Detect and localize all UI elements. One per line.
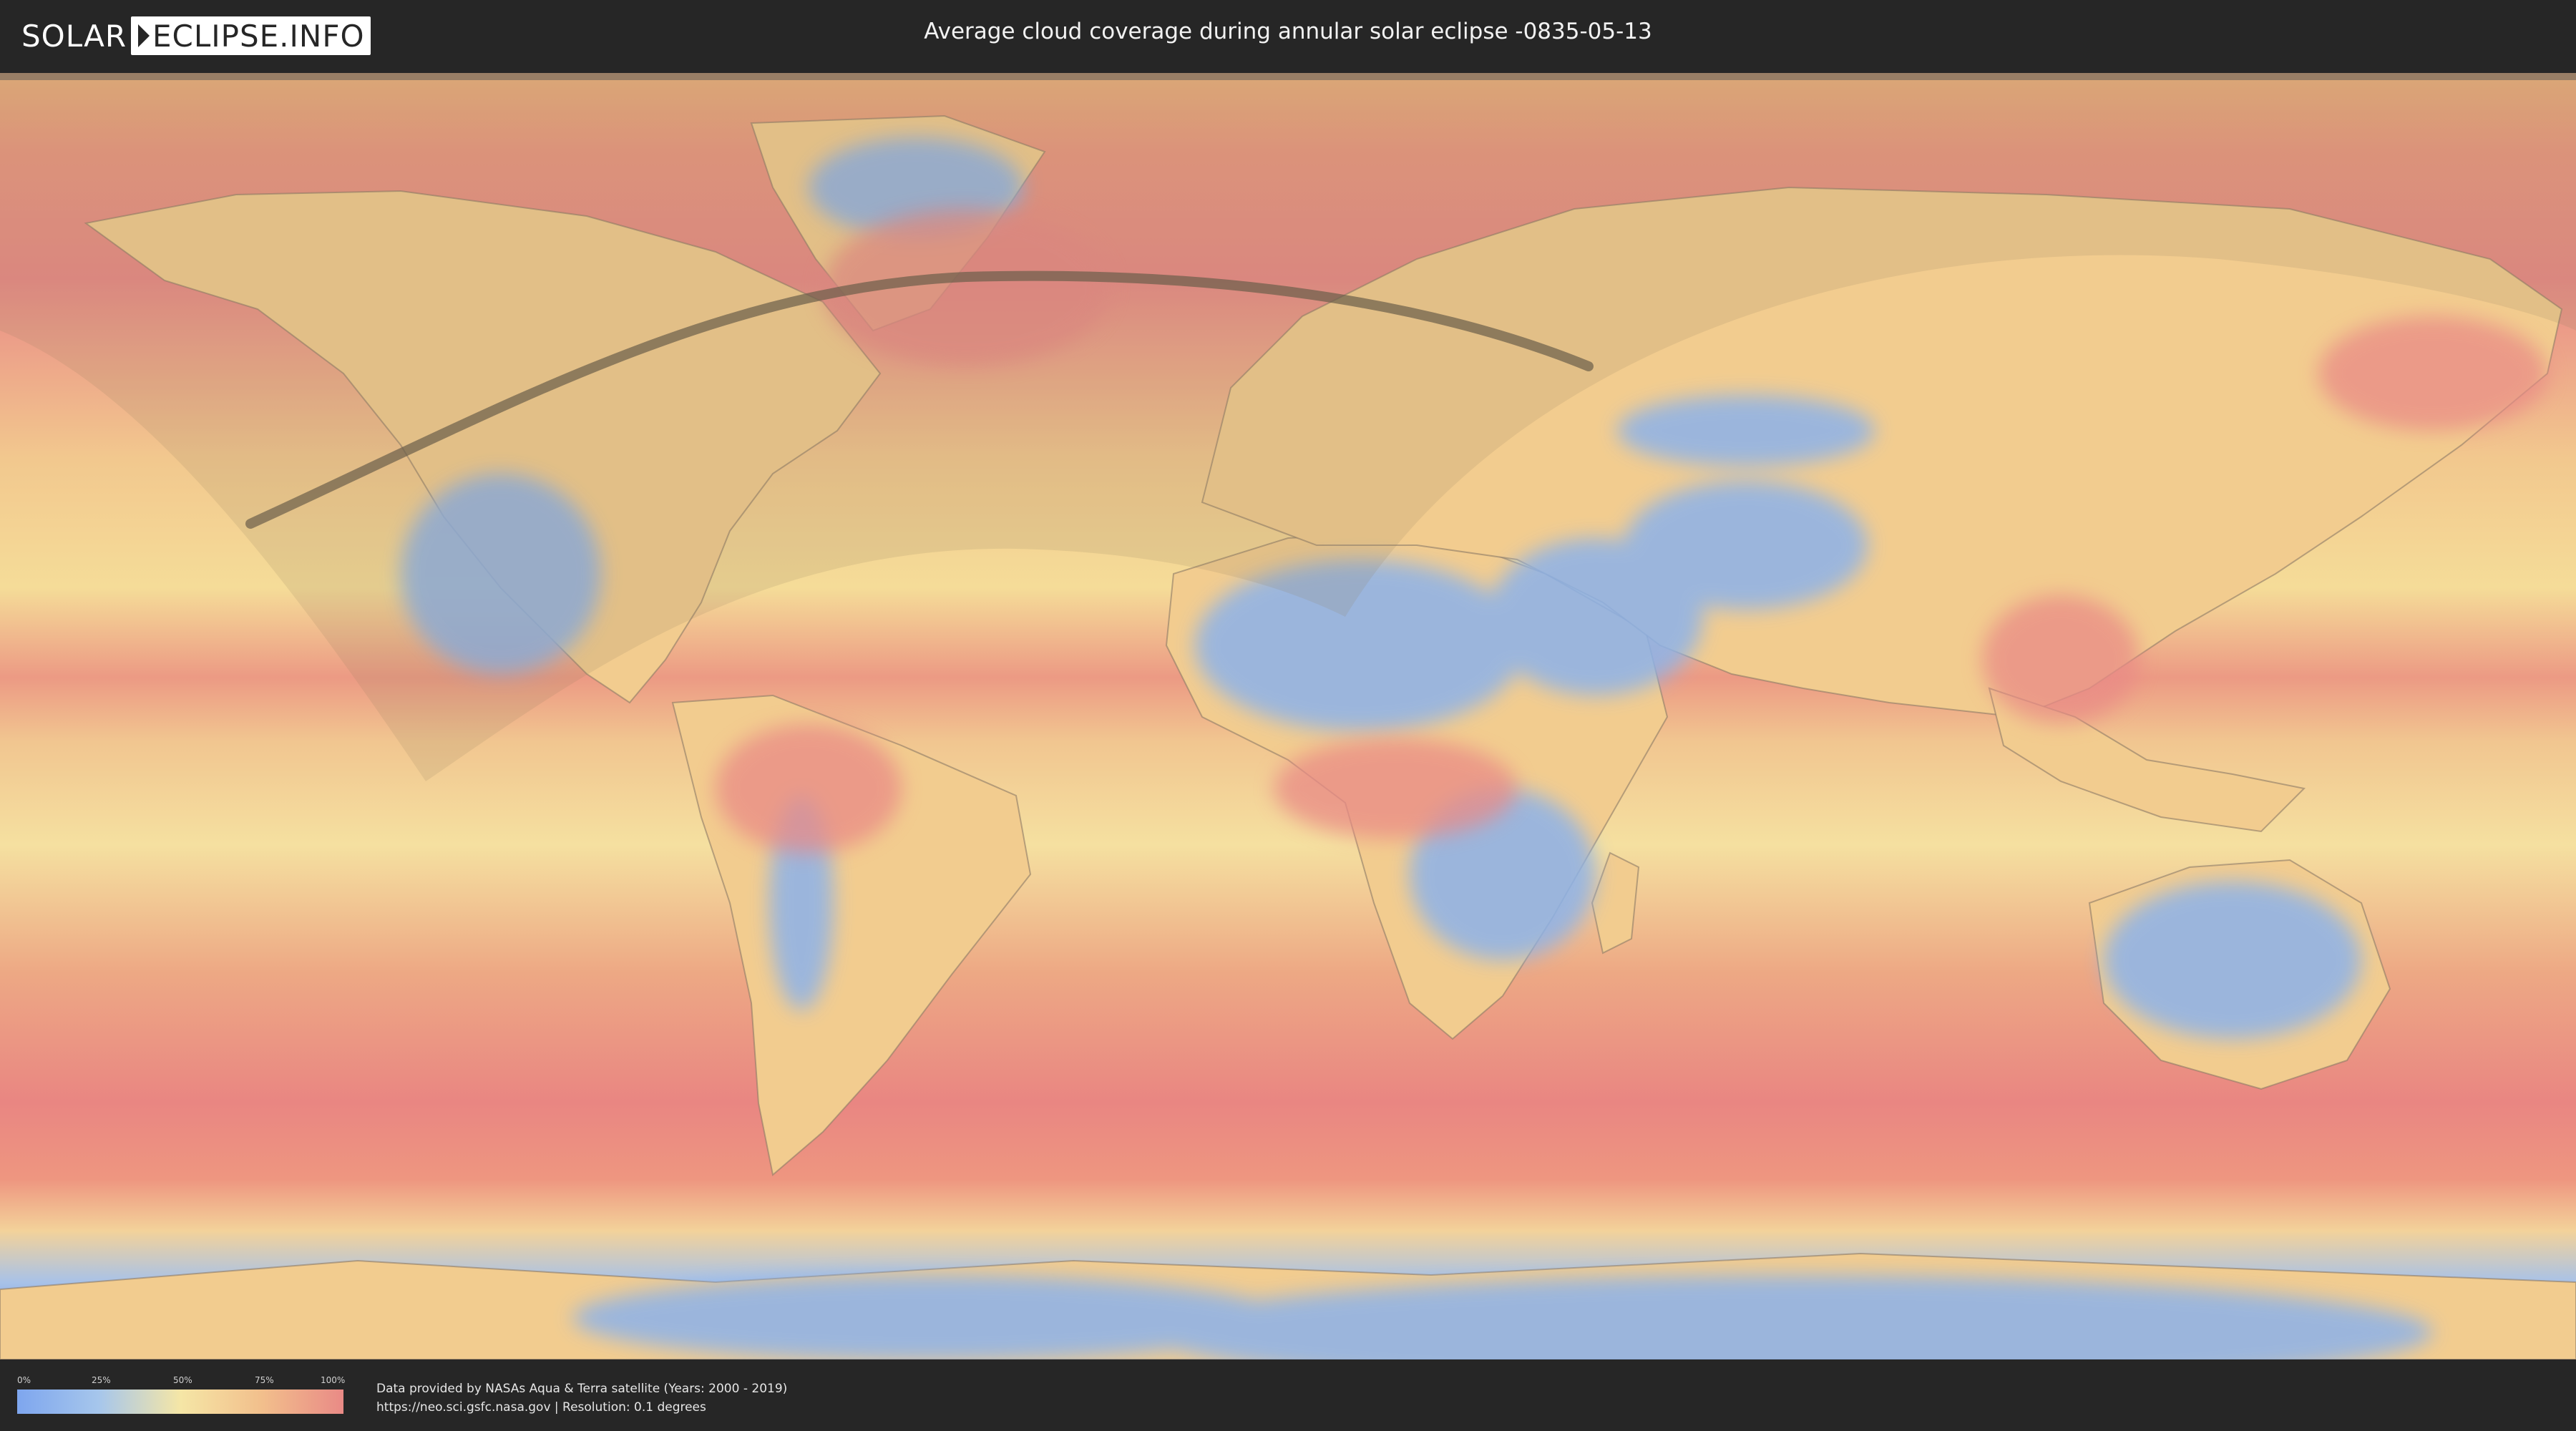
world-map: [0, 73, 2576, 1359]
cloud-coverage-map[interactable]: [0, 73, 2576, 1359]
credit-line-url[interactable]: https://neo.sci.gsfc.nasa.gov | Resoluti…: [376, 1398, 787, 1417]
credit-line-source: Data provided by NASAs Aqua & Terra sate…: [376, 1382, 788, 1396]
legend-tick: 0%: [17, 1375, 31, 1385]
legend-tick: 25%: [92, 1375, 111, 1385]
data-credit: Data provided by NASAs Aqua & Terra sate…: [376, 1379, 787, 1417]
legend-color-bar: [17, 1390, 343, 1414]
legend-tick: 75%: [255, 1375, 274, 1385]
legend-tick: 50%: [173, 1375, 192, 1385]
page-title: Average cloud coverage during annular so…: [924, 19, 1652, 44]
legend-tick: 100%: [321, 1375, 346, 1385]
legend-ticks: 0% 25% 50% 75% 100%: [17, 1375, 346, 1388]
cloud-coverage-legend: 0% 25% 50% 75% 100%: [17, 1375, 346, 1414]
header-bar: SOLAR ECLIPSE.INFO Average cloud coverag…: [0, 0, 2576, 72]
